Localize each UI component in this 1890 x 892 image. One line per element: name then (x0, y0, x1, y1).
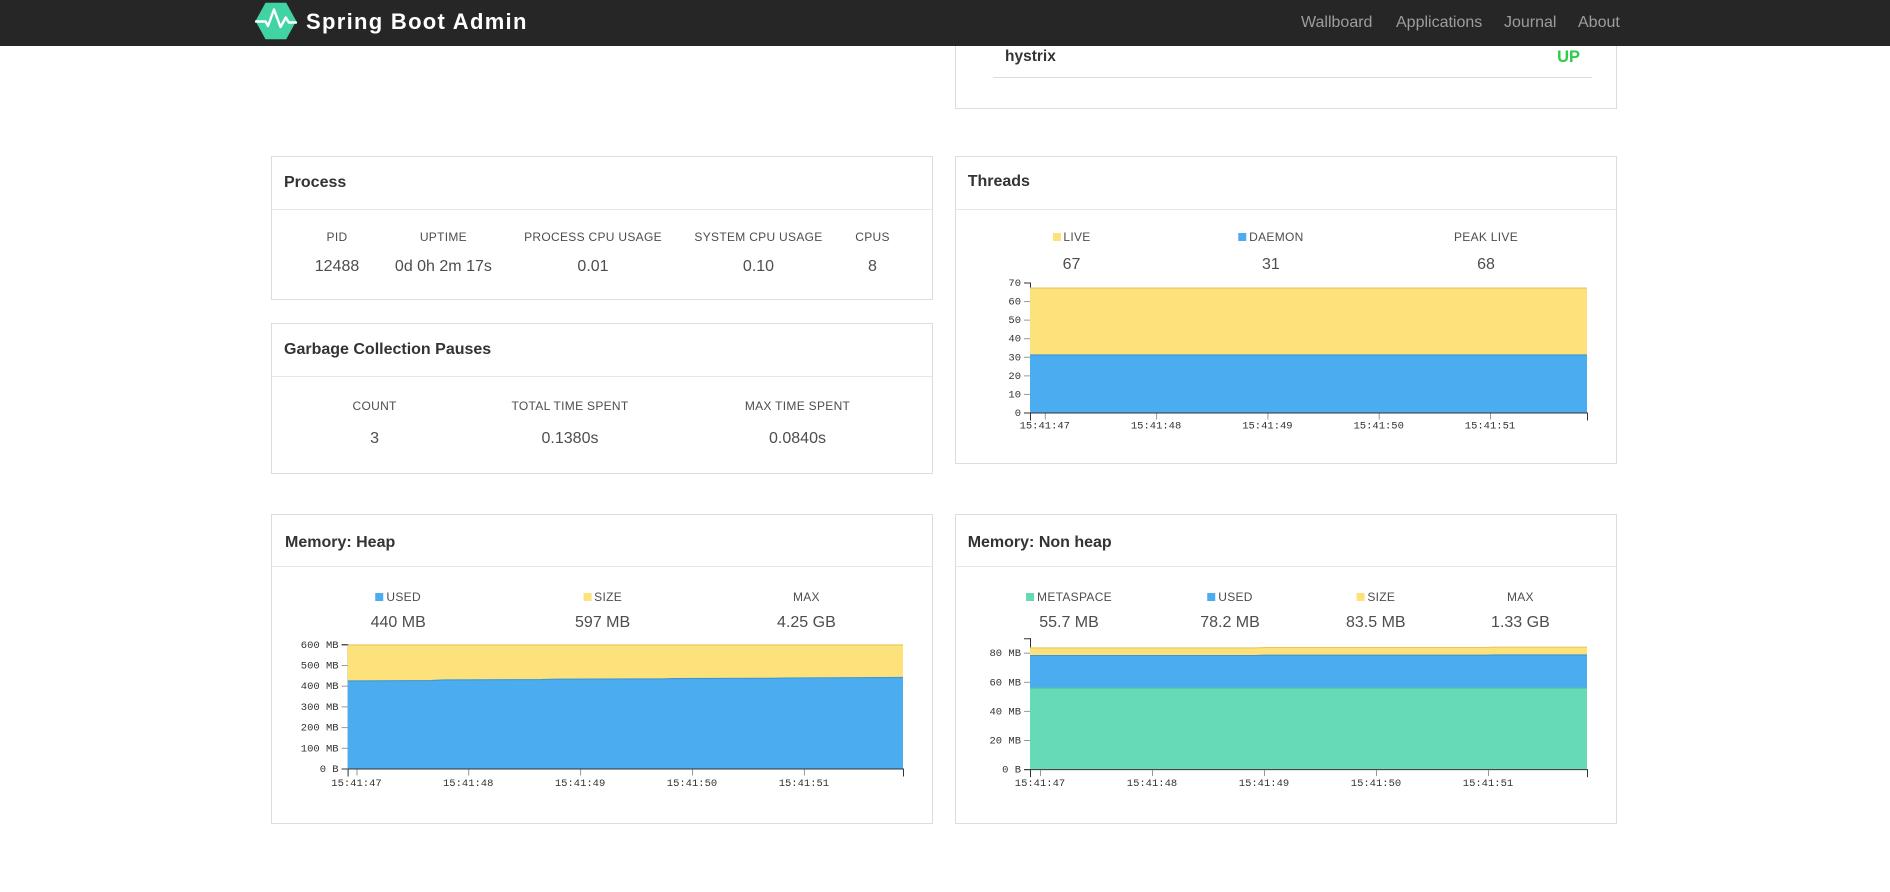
svg-text:15:41:50: 15:41:50 (1351, 778, 1401, 790)
svg-text:40 MB: 40 MB (989, 706, 1021, 718)
svg-text:15:41:51: 15:41:51 (779, 778, 829, 790)
svg-text:15:41:50: 15:41:50 (667, 778, 717, 790)
svg-text:50: 50 (1008, 315, 1021, 327)
svg-text:300 MB: 300 MB (301, 702, 339, 714)
svg-text:20: 20 (1008, 371, 1021, 383)
svg-text:100 MB: 100 MB (301, 743, 339, 755)
svg-text:15:41:51: 15:41:51 (1463, 778, 1513, 790)
svg-text:400 MB: 400 MB (301, 681, 339, 693)
svg-text:15:41:47: 15:41:47 (331, 778, 381, 790)
svg-text:40: 40 (1008, 334, 1021, 346)
svg-text:15:41:48: 15:41:48 (1131, 421, 1181, 433)
svg-text:0 B: 0 B (320, 764, 339, 776)
svg-text:20 MB: 20 MB (989, 736, 1021, 748)
svg-text:15:41:49: 15:41:49 (1239, 778, 1289, 790)
svg-text:80 MB: 80 MB (989, 648, 1021, 660)
svg-text:500 MB: 500 MB (301, 661, 339, 673)
svg-text:0 B: 0 B (1002, 765, 1021, 777)
svg-text:200 MB: 200 MB (301, 723, 339, 735)
svg-text:15:41:47: 15:41:47 (1015, 778, 1065, 790)
svg-text:15:41:48: 15:41:48 (1127, 778, 1177, 790)
svg-text:15:41:50: 15:41:50 (1353, 421, 1403, 433)
svg-text:15:41:48: 15:41:48 (443, 778, 493, 790)
svg-text:60 MB: 60 MB (989, 677, 1021, 689)
svg-text:70: 70 (1008, 278, 1021, 290)
svg-text:15:41:51: 15:41:51 (1465, 421, 1515, 433)
svg-text:15:41:49: 15:41:49 (1242, 421, 1292, 433)
svg-text:600 MB: 600 MB (301, 640, 339, 652)
svg-text:10: 10 (1008, 389, 1021, 401)
svg-text:30: 30 (1008, 352, 1021, 364)
svg-text:15:41:49: 15:41:49 (555, 778, 605, 790)
svg-text:15:41:47: 15:41:47 (1020, 421, 1070, 433)
svg-text:60: 60 (1008, 297, 1021, 309)
svg-text:0: 0 (1015, 408, 1021, 420)
